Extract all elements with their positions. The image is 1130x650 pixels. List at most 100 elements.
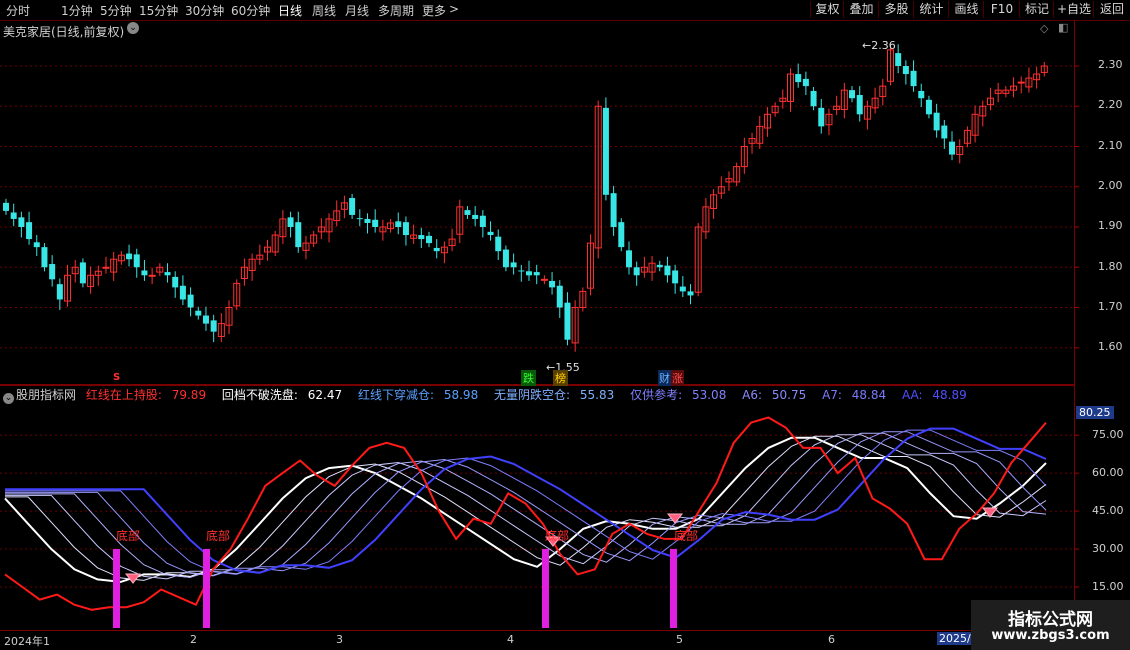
- current-value-badge: 80.25: [1076, 406, 1114, 419]
- candle-body: [518, 270, 525, 272]
- candle-body: [526, 271, 532, 276]
- bottom-signal-bar: [113, 549, 120, 628]
- time-label: 2024年1: [4, 635, 50, 648]
- indicator-name[interactable]: 股朋指标网: [16, 388, 76, 402]
- candle-body: [687, 291, 694, 296]
- candle-body: [856, 94, 863, 115]
- candle-body: [533, 272, 540, 276]
- candle-body: [133, 254, 140, 268]
- candle-body: [610, 193, 617, 227]
- price-tick: 2.10: [1098, 139, 1123, 152]
- drop-rank-marker[interactable]: 跌: [521, 370, 536, 386]
- candlestick-series: [3, 44, 1048, 352]
- watermark-badge: 指标公式网 www.zbgs3.com: [971, 600, 1130, 650]
- price-tick: 2.30: [1098, 58, 1123, 71]
- candle-body: [910, 70, 917, 87]
- candle-body: [625, 250, 632, 268]
- bottom-signal-label: 底部: [674, 529, 699, 543]
- candle-body: [618, 222, 625, 248]
- legend-red-cross-reduce: 红线下穿减仓: 58.98: [357, 388, 479, 402]
- candle-body: [895, 53, 902, 66]
- candle-body: [56, 284, 63, 300]
- candle-body: [49, 264, 56, 280]
- candle-body: [18, 217, 25, 227]
- candle-body: [479, 215, 486, 227]
- indicator-title-bar: ⌄ 股朋指标网 红线在上持股: 79.89 回档不破洗盘: 62.47 红线下穿减…: [0, 386, 1076, 404]
- candle-body: [810, 90, 817, 107]
- candle-body: [849, 90, 856, 99]
- candle-body: [487, 231, 494, 236]
- candle-body: [472, 214, 479, 219]
- candle-body: [148, 274, 156, 277]
- candle-body: [549, 280, 556, 288]
- chart-canvas[interactable]: [0, 0, 1130, 650]
- candle-body: [179, 285, 186, 300]
- indicator-red-line: [4, 416, 1047, 611]
- candle-body: [202, 315, 209, 324]
- legend-a7: A7: 48.84: [822, 388, 887, 402]
- candle-body: [287, 217, 294, 227]
- candle-body: [918, 90, 925, 99]
- candle-body: [433, 247, 440, 252]
- indicator-tick: 75.00: [1092, 428, 1124, 441]
- watermark-url: www.zbgs3.com: [991, 628, 1110, 643]
- price-tick: 1.80: [1098, 260, 1123, 273]
- legend-pullback-wash: 回档不破洗盘: 62.47: [221, 388, 343, 402]
- candle-body: [426, 235, 433, 244]
- candle-body: [33, 242, 40, 248]
- finance-marker[interactable]: 财: [658, 370, 671, 386]
- bottom-signal-label: 底部: [545, 529, 570, 543]
- candle-body: [195, 310, 202, 316]
- candle-body: [672, 270, 679, 284]
- time-label: 4: [507, 633, 514, 646]
- candle-body: [802, 78, 809, 87]
- candle-body: [1017, 81, 1025, 84]
- time-label: 3: [336, 633, 343, 646]
- candle-body: [349, 198, 356, 215]
- list-marker[interactable]: 榜: [553, 370, 568, 386]
- candle-body: [295, 222, 302, 248]
- legend-a6: A6: 50.75: [742, 388, 807, 402]
- candle-body: [102, 266, 110, 269]
- price-tick: 1.90: [1098, 219, 1123, 232]
- candle-body: [495, 236, 502, 252]
- legend-red-hold: 红线在上持股: 79.89: [85, 388, 207, 402]
- candle-body: [356, 218, 363, 220]
- candle-body: [418, 235, 425, 240]
- candle-body: [933, 112, 940, 131]
- sell-marker[interactable]: S: [113, 372, 120, 383]
- rise-marker[interactable]: 涨: [671, 370, 684, 386]
- chevron-down-icon[interactable]: ⌄: [3, 393, 14, 404]
- candle-body: [141, 270, 148, 276]
- candle-body: [164, 272, 171, 276]
- candle-body: [464, 210, 471, 215]
- high-price-label: ←2.36: [862, 39, 896, 52]
- candle-body: [510, 262, 517, 268]
- bottom-signal-bar: [670, 549, 677, 628]
- candle-body: [10, 212, 17, 219]
- legend-reference: 仅供参考: 53.08: [630, 388, 727, 402]
- candle-body: [556, 285, 563, 308]
- bottom-signal-bar: [203, 549, 210, 628]
- candle-body: [372, 219, 379, 227]
- price-tick: 2.20: [1098, 98, 1123, 111]
- legend-aa: AA: 48.89: [901, 388, 967, 402]
- bottom-signal-label: 底部: [116, 529, 141, 543]
- time-label: 6: [828, 633, 835, 646]
- legend-no-volume-empty: 无量阴跌空仓: 55.83: [494, 388, 615, 402]
- candle-body: [564, 302, 571, 340]
- candle-body: [502, 249, 509, 268]
- candle-body: [941, 125, 948, 139]
- candle-body: [633, 267, 640, 276]
- price-tick: 1.60: [1098, 340, 1123, 353]
- candle-body: [41, 247, 48, 268]
- indicator-lines: [4, 416, 1047, 611]
- candle-body: [3, 202, 9, 211]
- time-label: 5: [676, 633, 683, 646]
- candle-body: [210, 320, 217, 332]
- candle-body: [126, 253, 133, 260]
- candle-body: [679, 286, 686, 292]
- bottom-signal-bar: [542, 549, 549, 628]
- indicator-fan-line: [5, 429, 1047, 575]
- candle-body: [26, 222, 33, 240]
